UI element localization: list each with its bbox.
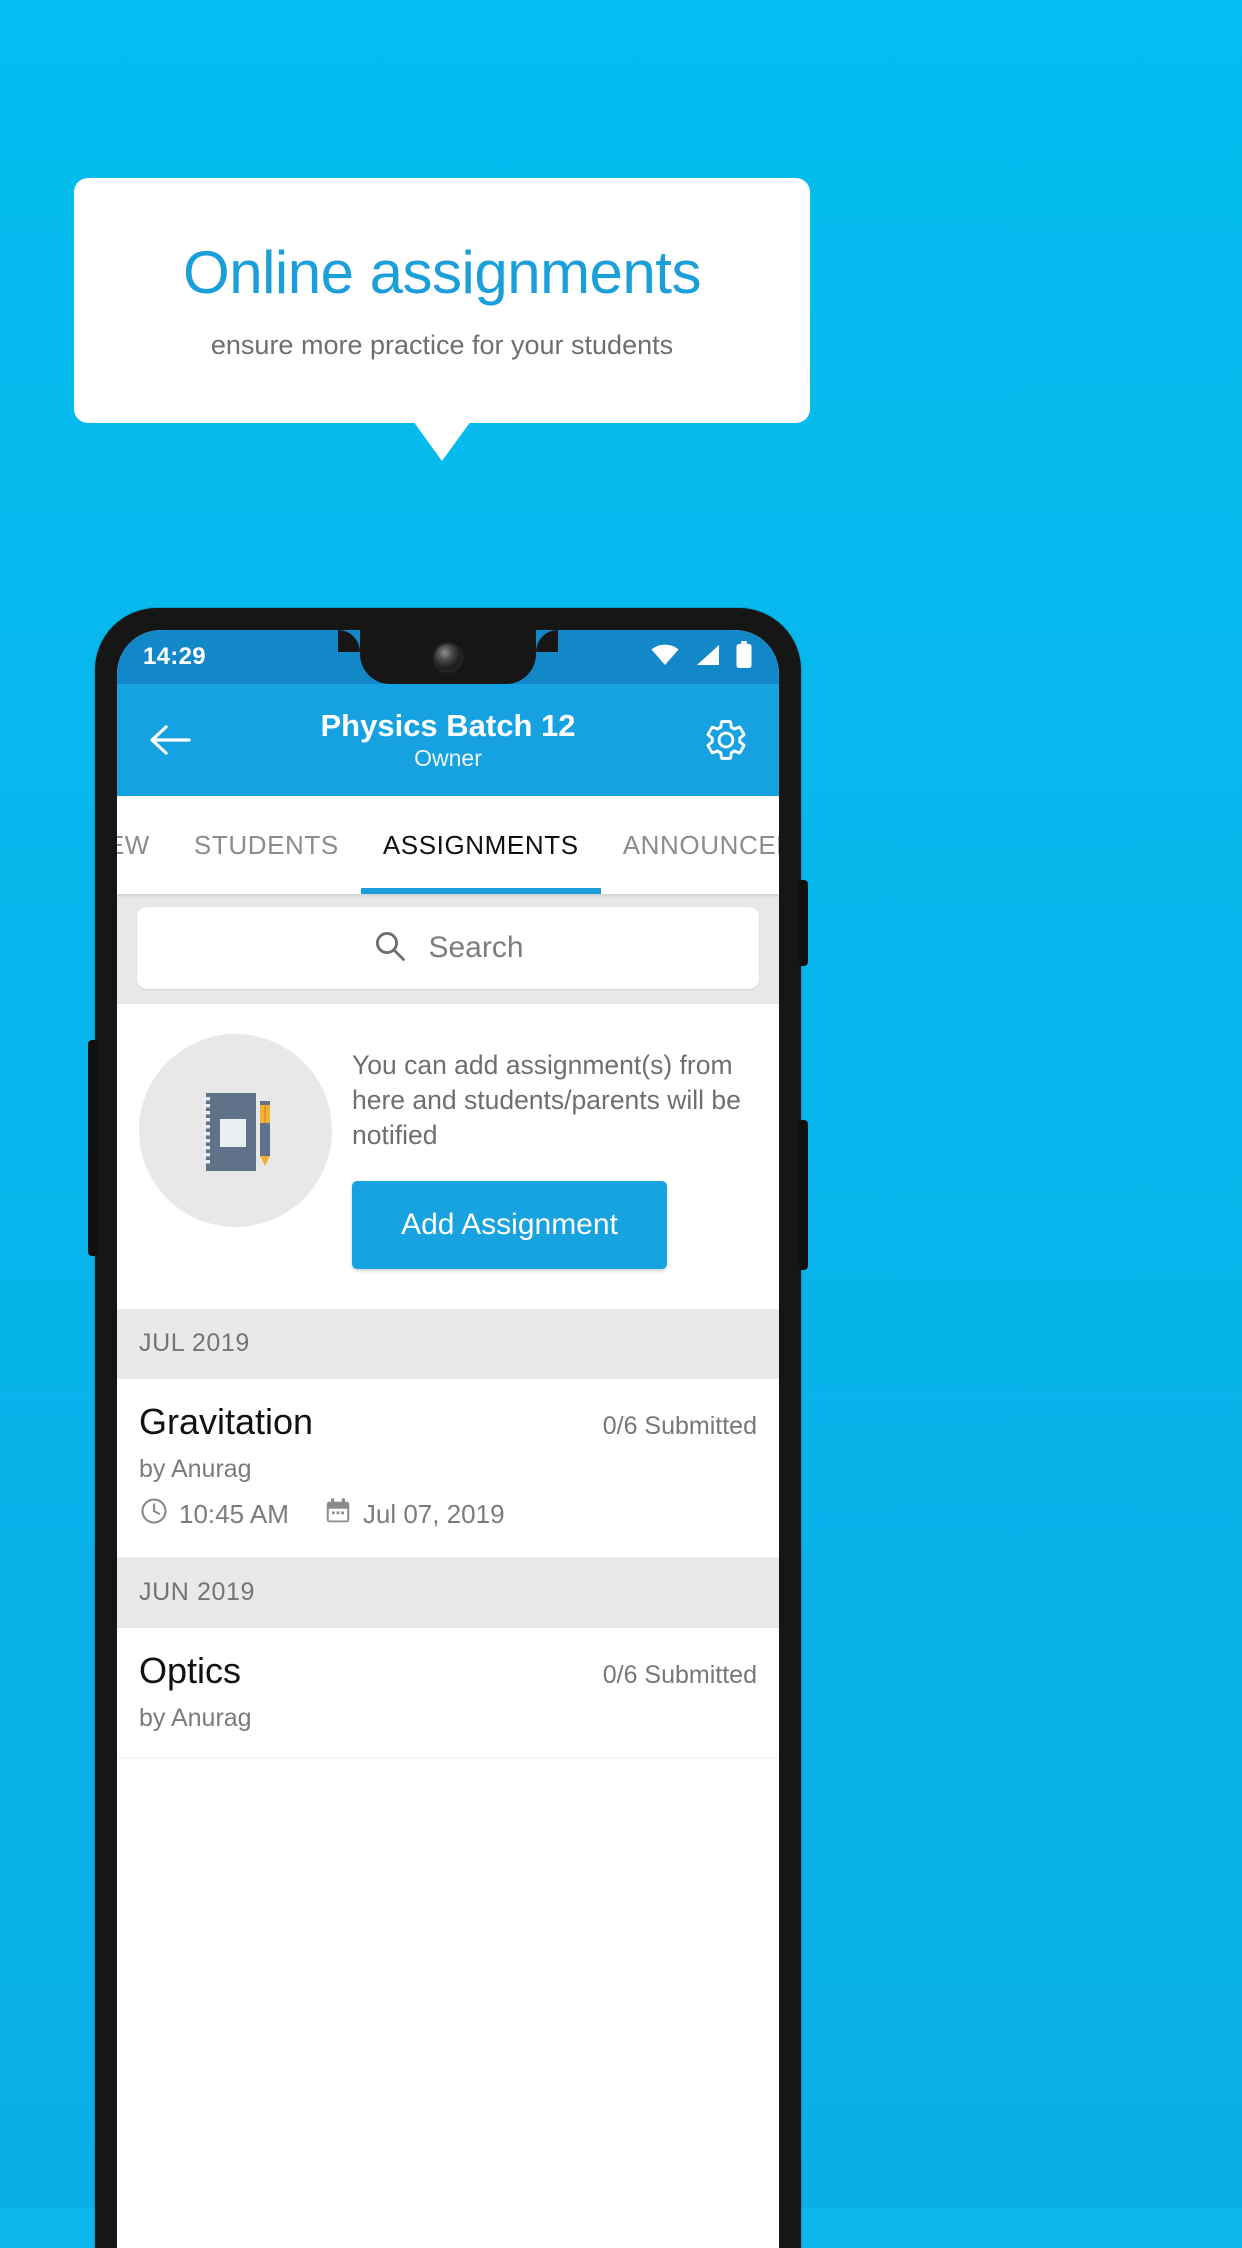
status-bar-icons bbox=[650, 640, 753, 674]
page-subtitle: Owner bbox=[414, 745, 482, 772]
tab-students[interactable]: STUDENTS bbox=[172, 796, 361, 894]
search-section: Search bbox=[117, 894, 779, 1004]
phone-button-power bbox=[799, 880, 808, 966]
back-button[interactable] bbox=[143, 713, 197, 767]
settings-button[interactable] bbox=[699, 713, 753, 767]
assignment-header: Optics 0/6 Submitted bbox=[139, 1650, 757, 1692]
empty-state-body: You can add assignment(s) from here and … bbox=[352, 1034, 761, 1269]
search-input[interactable]: Search bbox=[137, 907, 759, 989]
page-title: Physics Batch 12 bbox=[320, 707, 576, 743]
section-header-jun: JUN 2019 bbox=[117, 1557, 779, 1628]
gear-icon bbox=[706, 720, 746, 760]
assignment-row-gravitation[interactable]: Gravitation 0/6 Submitted by Anurag 10:4… bbox=[117, 1378, 779, 1558]
status-bar-time: 14:29 bbox=[143, 643, 206, 670]
assignment-title: Gravitation bbox=[139, 1400, 314, 1442]
tab-label: ASSIGNMENTS bbox=[382, 829, 579, 860]
section-header-jul: JUL 2019 bbox=[117, 1308, 779, 1379]
app-bar: Physics Batch 12 Owner bbox=[117, 684, 779, 796]
phone-mockup: 14:29 Physics Batch 12 Owner W STUDENTS … bbox=[88, 608, 808, 2248]
back-arrow-icon bbox=[150, 725, 191, 755]
assignment-time: 10:45 AM bbox=[179, 1498, 289, 1529]
app-bar-titles: Physics Batch 12 Owner bbox=[197, 708, 699, 773]
assignment-submitted-count: 0/6 Submitted bbox=[602, 1660, 757, 1689]
assignment-date: Jul 07, 2019 bbox=[362, 1498, 505, 1529]
cellular-signal-icon bbox=[694, 643, 721, 672]
empty-state-message: You can add assignment(s) from here and … bbox=[352, 1050, 741, 1150]
section-header-label: JUN 2019 bbox=[139, 1578, 255, 1607]
phone-button-assistant bbox=[88, 1040, 97, 1256]
search-placeholder: Search bbox=[428, 931, 524, 964]
tab-overview[interactable]: IEW bbox=[117, 796, 172, 894]
assignment-row-optics[interactable]: Optics 0/6 Submitted by Anurag bbox=[117, 1627, 779, 1758]
assignment-title: Optics bbox=[139, 1649, 242, 1691]
front-camera-icon bbox=[434, 644, 462, 671]
tab-label: ANNOUNCEMENTS bbox=[622, 829, 779, 860]
promo-subtitle: ensure more practice for your students bbox=[210, 329, 674, 360]
tab-assignments[interactable]: ASSIGNMENTS bbox=[360, 796, 601, 894]
assignment-header: Gravitation 0/6 Submitted bbox=[139, 1401, 757, 1443]
status-bar: 14:29 bbox=[117, 630, 779, 684]
tab-bar[interactable]: IEW STUDENTS ASSIGNMENTS ANNOUNCEMENTS bbox=[117, 796, 779, 894]
promo-title: Online assignments bbox=[183, 238, 701, 306]
wifi-icon bbox=[650, 643, 680, 672]
promo-bubble-tail bbox=[413, 421, 471, 461]
calendar-icon bbox=[323, 1496, 353, 1533]
notebook-and-pen-icon bbox=[201, 1092, 270, 1171]
phone-screen: 14:29 Physics Batch 12 Owner W STUDENTS … bbox=[117, 630, 779, 2248]
assignment-meta: 10:45 AM Jul 07, 2019 bbox=[139, 1496, 757, 1533]
tab-label: STUDENTS bbox=[193, 829, 339, 860]
assignment-author: by Anurag bbox=[139, 1703, 252, 1732]
phone-notch bbox=[338, 630, 558, 684]
empty-state-illustration bbox=[139, 1034, 332, 1227]
tab-announcements[interactable]: ANNOUNCEMENTS bbox=[601, 796, 779, 894]
phone-button-volume bbox=[799, 1120, 808, 1270]
promo-bubble: Online assignments ensure more practice … bbox=[74, 178, 810, 423]
clock-icon bbox=[139, 1496, 169, 1533]
assignment-submitted-count: 0/6 Submitted bbox=[602, 1411, 757, 1440]
add-assignment-button[interactable]: Add Assignment bbox=[352, 1180, 667, 1269]
empty-state-card: You can add assignment(s) from here and … bbox=[117, 1004, 779, 1309]
battery-icon bbox=[735, 640, 753, 674]
section-header-label: JUL 2019 bbox=[139, 1329, 250, 1358]
tab-label: IEW bbox=[117, 829, 150, 860]
assignment-author: by Anurag bbox=[139, 1454, 252, 1483]
search-icon bbox=[372, 928, 408, 969]
